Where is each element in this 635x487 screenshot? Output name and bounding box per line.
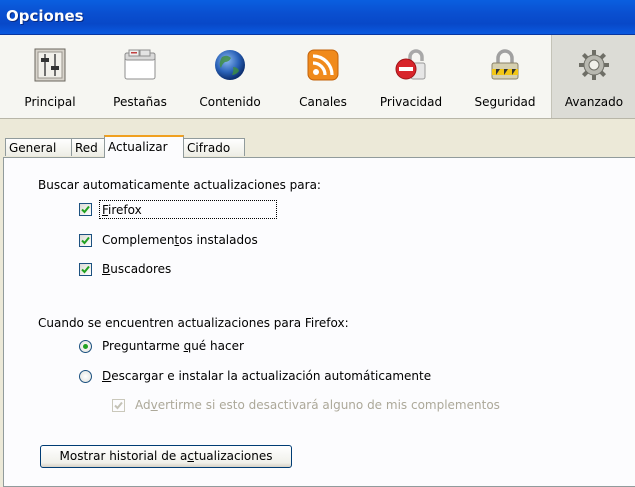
title-bar: Opciones bbox=[0, 0, 635, 35]
toolbar-item-avanzado[interactable]: Avanzado bbox=[551, 35, 635, 118]
addons-checkbox[interactable] bbox=[79, 234, 92, 247]
ask-label-pre: Preguntarme bbox=[102, 339, 184, 353]
auto-install-radio[interactable] bbox=[79, 370, 92, 383]
toolbar-label-avanzado: Avanzado bbox=[564, 95, 624, 109]
toolbar-label-principal: Principal bbox=[24, 95, 76, 109]
toolbar-item-seguridad[interactable]: Seguridad bbox=[459, 35, 551, 118]
ask-what-to-do-radio[interactable] bbox=[79, 340, 92, 353]
firefox-label[interactable]: Firefox bbox=[102, 203, 142, 217]
tab-red[interactable]: Red bbox=[71, 138, 105, 156]
firefox-checkbox[interactable] bbox=[79, 203, 92, 216]
toolbar-label-canales: Canales bbox=[299, 95, 347, 109]
padlock-icon bbox=[491, 49, 519, 80]
toolbar-item-privacidad[interactable]: Privacidad bbox=[363, 35, 459, 118]
auto-update-heading: Buscar automaticamente actualizaciones p… bbox=[38, 178, 321, 192]
history-button-pre: Mostrar historial de a bbox=[59, 449, 188, 463]
tab-actualizar[interactable]: Actualizar bbox=[104, 135, 184, 158]
rss-feed-icon bbox=[307, 49, 339, 81]
addons-label-post: os instalados bbox=[179, 233, 258, 247]
firefox-label-post: irefox bbox=[108, 203, 142, 217]
radio-selected-dot bbox=[83, 344, 88, 349]
auto-label-key: D bbox=[102, 369, 112, 383]
toolbar-label-privacidad: Privacidad bbox=[379, 95, 443, 109]
warn-label-post: ertirme si esto desactivará alguno de mi… bbox=[157, 398, 500, 412]
auto-label-post: escargar e instalar la actualización aut… bbox=[111, 369, 432, 383]
toolbar-item-pestanas[interactable]: Pestañas bbox=[100, 35, 180, 118]
search-engines-checkbox[interactable] bbox=[79, 263, 92, 276]
show-update-history-button[interactable]: Mostrar historial de actualizaciones bbox=[40, 445, 292, 468]
search-engines-label-post: uscadores bbox=[110, 262, 172, 276]
tab-general[interactable]: General bbox=[5, 138, 72, 156]
tab-cifrado[interactable]: Cifrado bbox=[183, 138, 245, 156]
toolbar-item-principal[interactable]: Principal bbox=[0, 35, 100, 118]
toolbar-label-pestanas: Pestañas bbox=[113, 95, 167, 109]
no-entry-icon bbox=[395, 49, 426, 80]
toolbar-label-contenido: Contenido bbox=[199, 95, 261, 109]
addons-label[interactable]: Complementos instalados bbox=[102, 233, 258, 247]
search-engines-label-key: B bbox=[102, 262, 111, 276]
update-tab-page: Buscar automaticamente actualizaciones p… bbox=[3, 157, 635, 487]
ask-label-post: ué hacer bbox=[191, 339, 244, 353]
warn-addons-label[interactable]: Advertirme si esto desactivará alguno de… bbox=[135, 398, 500, 412]
window-title: Opciones bbox=[6, 7, 84, 25]
toolbar-item-canales[interactable]: Canales bbox=[283, 35, 363, 118]
toolbar-label-seguridad: Seguridad bbox=[474, 95, 536, 109]
toolbar-item-contenido[interactable]: Contenido bbox=[187, 35, 273, 118]
warn-label-key: v bbox=[150, 398, 158, 412]
history-button-post: tualizaciones bbox=[193, 449, 273, 463]
history-button-key: c bbox=[187, 449, 194, 463]
switches-icon bbox=[34, 48, 66, 82]
ask-what-to-do-label[interactable]: Preguntarme qué hacer bbox=[102, 339, 244, 353]
tabs-window-icon bbox=[124, 49, 156, 80]
globe-icon bbox=[215, 50, 245, 80]
addons-label-pre: Complemen bbox=[102, 233, 175, 247]
search-engines-label[interactable]: Buscadores bbox=[102, 262, 171, 276]
auto-install-label[interactable]: Descargar e instalar la actualización au… bbox=[102, 369, 431, 383]
gear-icon bbox=[579, 50, 609, 80]
warn-addons-checkbox[interactable] bbox=[112, 399, 125, 412]
preferences-toolbar: Principal Pestañas Contenido Canales Pri… bbox=[0, 35, 635, 119]
when-found-heading: Cuando se encuentren actualizaciones par… bbox=[38, 316, 349, 330]
advanced-panel: General Red Actualizar Cifrado Buscar au… bbox=[0, 119, 635, 487]
warn-label-pre: Ad bbox=[135, 398, 151, 412]
